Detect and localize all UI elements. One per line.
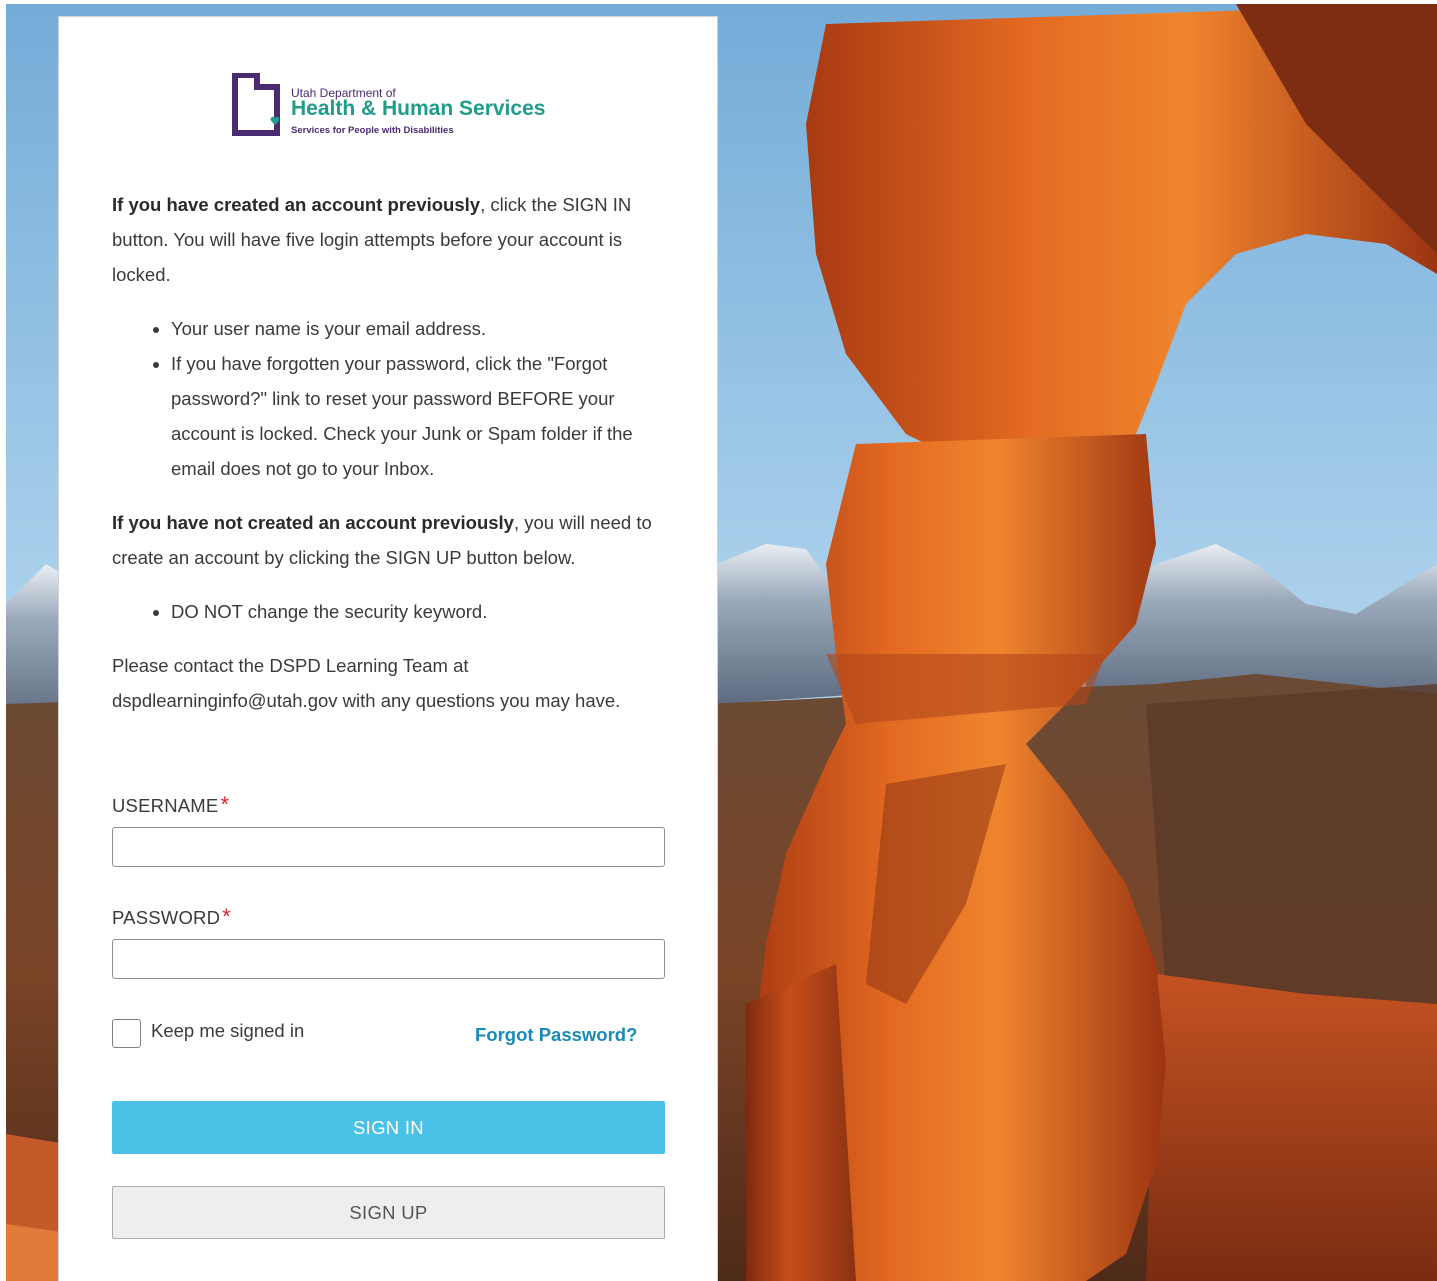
forgot-password-link[interactable]: Forgot Password?: [475, 1024, 637, 1046]
username-label-text: USERNAME: [112, 795, 219, 816]
intro-paragraph-existing: If you have created an account previousl…: [112, 187, 668, 292]
instructions: If you have created an account previousl…: [112, 187, 668, 718]
intro-paragraph-new: If you have not created an account previ…: [112, 505, 668, 575]
login-panel: Utah Department of Health & Human Servic…: [58, 16, 718, 1281]
password-label: PASSWORD*: [112, 904, 231, 930]
password-input[interactable]: [112, 939, 665, 979]
list-item: Your user name is your email address.: [171, 311, 668, 346]
dhhs-logo: Utah Department of Health & Human Servic…: [231, 73, 551, 143]
logo-division: Services for People with Disabilities: [291, 125, 454, 136]
intro-existing-bold: If you have created an account previousl…: [112, 194, 481, 215]
logo-org-name: Health & Human Services: [291, 97, 546, 120]
new-account-tips: DO NOT change the security keyword.: [112, 594, 668, 629]
keep-signed-in-label[interactable]: Keep me signed in: [151, 1020, 304, 1042]
contact-paragraph: Please contact the DSPD Learning Team at…: [112, 655, 621, 711]
keep-signed-in-checkbox[interactable]: [112, 1019, 141, 1048]
utah-state-outline-icon: [232, 73, 280, 136]
username-label: USERNAME*: [112, 792, 229, 818]
list-item: DO NOT change the security keyword.: [171, 594, 668, 629]
required-indicator: *: [220, 792, 230, 817]
intro-new-bold: If you have not created an account previ…: [112, 512, 514, 533]
password-label-text: PASSWORD: [112, 907, 221, 928]
list-item: If you have forgotten your password, cli…: [171, 346, 668, 486]
username-input[interactable]: [112, 827, 665, 867]
sign-up-button[interactable]: SIGN UP: [112, 1186, 665, 1239]
existing-account-tips: Your user name is your email address. If…: [112, 311, 668, 486]
sign-in-button[interactable]: SIGN IN: [112, 1101, 665, 1154]
required-indicator: *: [222, 904, 231, 929]
